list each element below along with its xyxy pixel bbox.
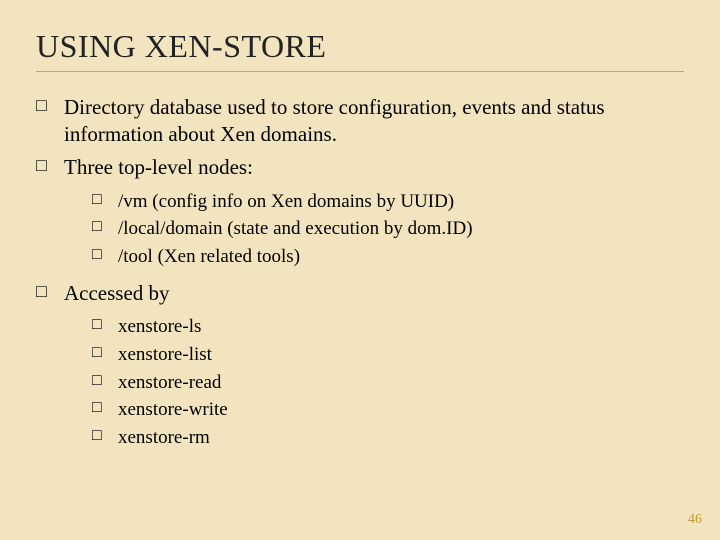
slide-title: USING XEN-STORE (36, 28, 684, 65)
list-item-text: xenstore-read (118, 372, 221, 393)
list-item-text: xenstore-rm (118, 427, 210, 448)
list-item-text: xenstore-ls (118, 316, 201, 337)
list-item: xenstore-ls (92, 314, 684, 340)
sub-list: xenstore-ls xenstore-list xenstore-read … (92, 314, 684, 450)
page-number: 46 (688, 512, 702, 528)
list-item: /local/domain (state and execution by do… (92, 216, 684, 242)
sub-list: /vm (config info on Xen domains by UUID)… (92, 189, 684, 270)
list-item: /vm (config info on Xen domains by UUID) (92, 189, 684, 215)
list-item-text: Accessed by (64, 281, 170, 305)
list-item: Three top-level nodes: /vm (config info … (36, 154, 684, 270)
list-item-text: xenstore-list (118, 344, 212, 365)
bullet-list: Directory database used to store configu… (36, 94, 684, 451)
list-item: xenstore-list (92, 342, 684, 368)
list-item-text: Directory database used to store configu… (64, 95, 605, 146)
list-item: xenstore-read (92, 370, 684, 396)
list-item-text: /vm (config info on Xen domains by UUID) (118, 191, 454, 212)
list-item-text: /local/domain (state and execution by do… (118, 218, 473, 239)
list-item: /tool (Xen related tools) (92, 244, 684, 270)
list-item-text: /tool (Xen related tools) (118, 246, 300, 267)
list-item-text: xenstore-write (118, 399, 228, 420)
list-item: xenstore-write (92, 397, 684, 423)
title-rule (36, 71, 684, 72)
list-item: xenstore-rm (92, 425, 684, 451)
list-item-text: Three top-level nodes: (64, 155, 253, 179)
list-item: Directory database used to store configu… (36, 94, 684, 148)
list-item: Accessed by xenstore-ls xenstore-list xe… (36, 280, 684, 451)
